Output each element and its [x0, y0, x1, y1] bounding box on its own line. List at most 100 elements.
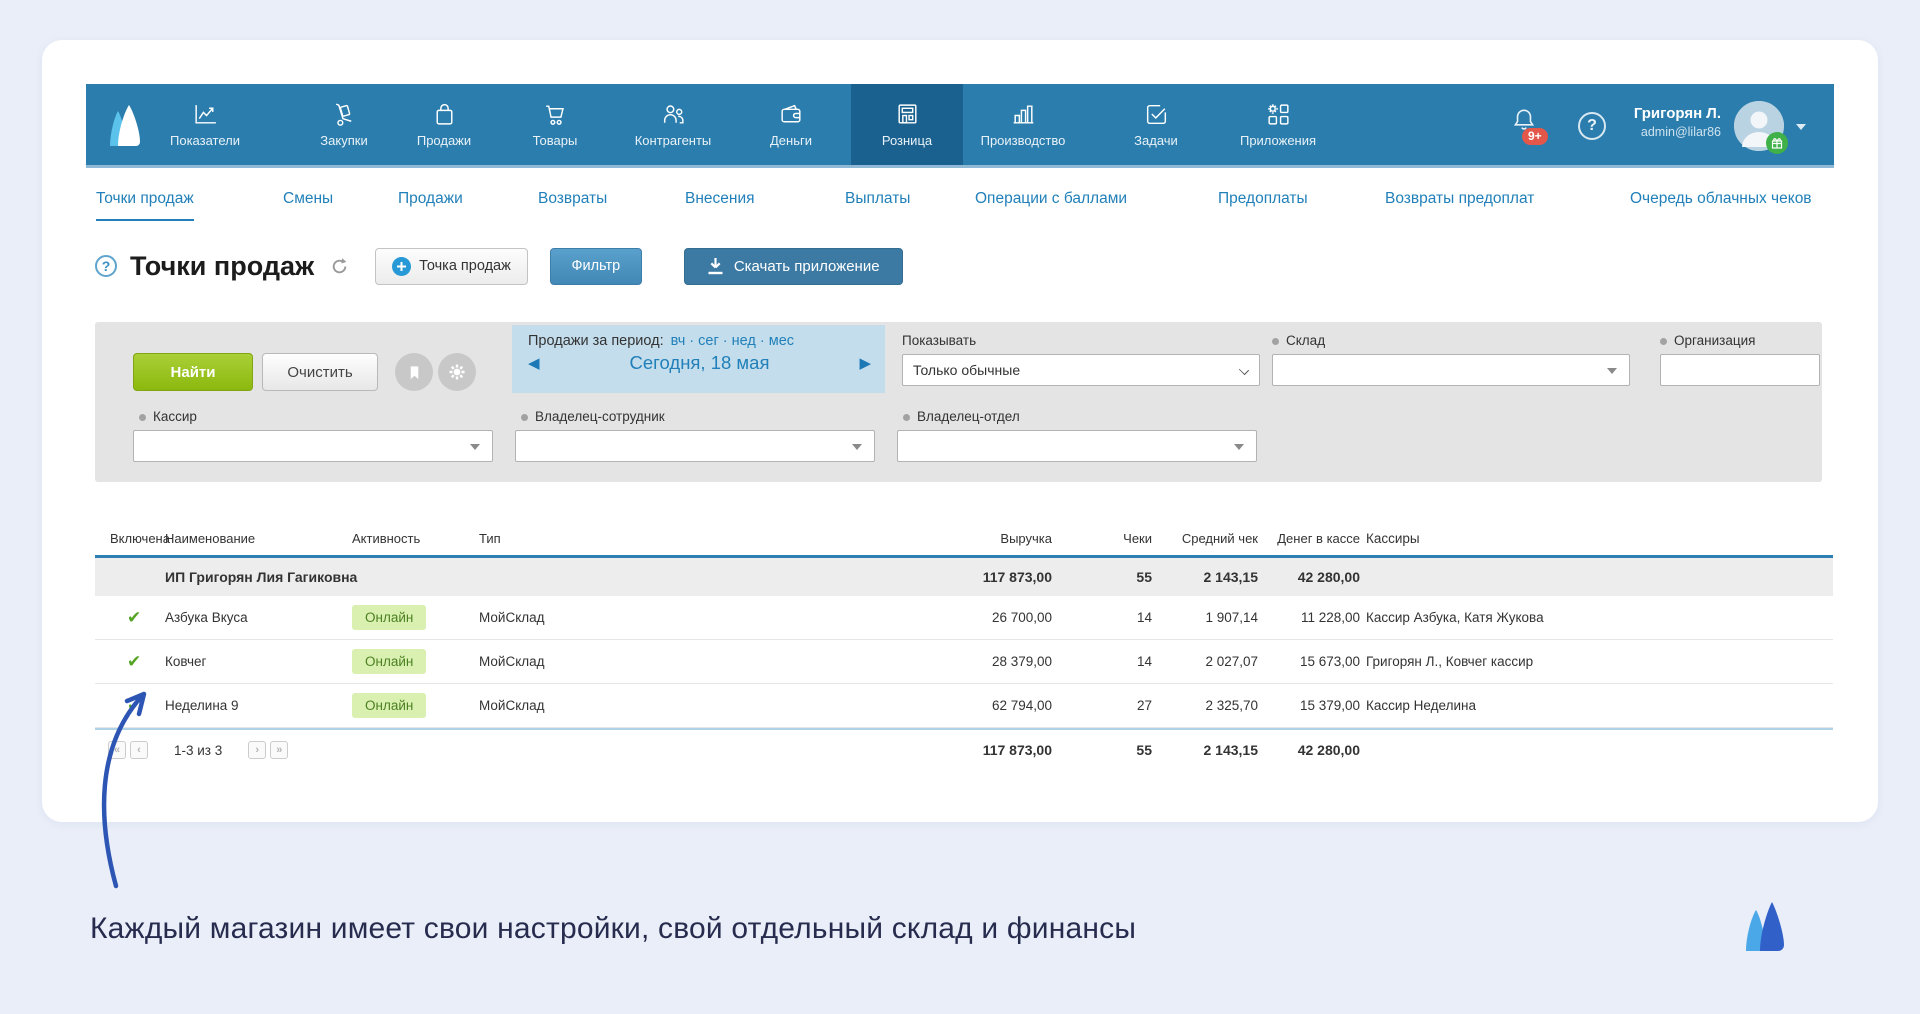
tab-points-of-sale[interactable]: Точки продаж — [96, 168, 194, 230]
footer-checks-total: 55 — [1136, 742, 1152, 758]
cashier-filter-label: Кассир — [153, 409, 197, 424]
download-app-button[interactable]: Скачать приложение — [683, 247, 903, 285]
moysklad-brand-logo — [1738, 901, 1792, 958]
show-filter-select[interactable]: Только обычные — [902, 354, 1260, 386]
nav-item-counterparties[interactable]: Контрагенты — [617, 84, 729, 165]
tab-prepayments[interactable]: Предоплаты — [1218, 168, 1308, 230]
row-cash: 15 673,00 — [1299, 654, 1360, 669]
refresh-icon[interactable] — [330, 257, 349, 276]
status-badge-online: Онлайн — [352, 649, 427, 674]
organization-filter-select[interactable] — [1660, 354, 1820, 386]
avatar[interactable] — [1734, 101, 1788, 154]
clear-button[interactable]: Очистить — [262, 353, 378, 391]
row-cash: 11 228,00 — [1300, 610, 1360, 625]
col-header-type[interactable]: Тип — [479, 531, 739, 546]
owner-employee-filter-select[interactable] — [515, 430, 875, 462]
row-name: Неделина 9 — [165, 698, 239, 713]
tab-cloud-receipts-queue[interactable]: Очередь облачных чеков — [1630, 168, 1812, 230]
nav-item-production[interactable]: Производство — [967, 84, 1079, 165]
download-icon — [708, 258, 723, 275]
table-row[interactable]: ✔ Азбука Вкуса Онлайн МойСклад 26 700,00… — [95, 596, 1833, 640]
period-shortcuts[interactable]: вч · сег · нед · мес — [671, 333, 794, 349]
tab-label: Предоплаты — [1218, 190, 1308, 207]
organization-filter-label: Организация — [1674, 333, 1756, 348]
col-header-name[interactable]: Наименование — [165, 531, 352, 546]
tab-deposits[interactable]: Внесения — [685, 168, 755, 230]
gift-badge[interactable] — [1766, 132, 1788, 154]
group-cash: 42 280,00 — [1297, 569, 1360, 585]
find-button[interactable]: Найти — [133, 353, 253, 391]
status-badge-online: Онлайн — [352, 605, 427, 630]
tab-prepayment-returns[interactable]: Возвраты предоплат — [1385, 168, 1534, 230]
nav-item-indicators[interactable]: Показатели — [149, 84, 261, 165]
tab-sales[interactable]: Продажи — [398, 168, 463, 230]
nav-item-money[interactable]: Деньги — [735, 84, 847, 165]
page-toolbar: ? Точки продаж Точка продаж Фильтр Скача… — [95, 244, 1835, 288]
page-title: Точки продаж — [130, 250, 315, 281]
row-type: МойСклад — [479, 654, 545, 669]
table-row[interactable]: ✔ Ковчег Онлайн МойСклад 28 379,00 14 2 … — [95, 640, 1833, 684]
footer-cash-total: 42 280,00 — [1297, 742, 1360, 758]
owner-department-filter-select[interactable] — [897, 430, 1257, 462]
col-header-cash[interactable]: Денег в кассе — [1258, 531, 1360, 546]
row-activity: Онлайн — [352, 649, 479, 674]
pagination-next-button[interactable]: › — [248, 741, 267, 759]
tab-label: Возвраты предоплат — [1385, 190, 1535, 207]
pagination-last-button[interactable]: » — [270, 741, 289, 759]
tab-shifts[interactable]: Смены — [283, 168, 333, 230]
clear-button-label: Очистить — [287, 363, 353, 381]
col-header-checks[interactable]: Чеки — [1052, 531, 1152, 546]
page: { "nav": { "items": [ {"label": "Показат… — [0, 0, 1920, 1014]
period-next-button[interactable]: ▶ — [859, 354, 871, 372]
nav-item-purchases[interactable]: Закупки — [288, 84, 400, 165]
dropdown-arrow-icon — [1607, 368, 1617, 374]
cashier-filter-select[interactable] — [133, 430, 493, 462]
filter-button[interactable]: Фильтр — [549, 247, 642, 285]
moysklad-logo[interactable] — [98, 102, 150, 155]
notifications-bell[interactable]: 9+ — [1510, 106, 1548, 146]
warehouse-filter-select[interactable] — [1272, 354, 1630, 386]
tab-returns[interactable]: Возвраты — [538, 168, 607, 230]
col-header-revenue[interactable]: Выручка — [739, 531, 1052, 546]
col-header-enabled[interactable]: Включена — [95, 531, 170, 546]
filter-dot — [1660, 338, 1667, 345]
nav-item-label: Розница — [881, 133, 933, 148]
top-navbar: Показатели Закупки Продажи Товары Контра… — [86, 84, 1834, 168]
app-window: Показатели Закупки Продажи Товары Контра… — [42, 40, 1878, 822]
period-date-value[interactable]: Сегодня, 18 мая — [630, 352, 770, 374]
save-filter-bookmark-button[interactable] — [395, 353, 433, 391]
nav-item-retail[interactable]: Розница — [851, 84, 963, 165]
page-help-button[interactable]: ? — [95, 255, 117, 277]
tab-payouts[interactable]: Выплаты — [845, 168, 910, 230]
group-row-organization[interactable]: ИП Григорян Лия Гагиковна 117 873,00 55 … — [95, 558, 1833, 596]
tab-label: Операции с баллами — [975, 190, 1128, 207]
row-name: Азбука Вкуса — [165, 610, 248, 625]
nav-item-sales[interactable]: Продажи — [388, 84, 500, 165]
filter-dot — [521, 414, 528, 421]
nav-item-apps[interactable]: Приложения — [1222, 84, 1334, 165]
user-menu[interactable]: Григорян Л. admin@lilar86 — [1586, 104, 1721, 141]
tab-bonus-operations[interactable]: Операции с баллами — [975, 168, 1127, 230]
col-header-avg-check[interactable]: Средний чек — [1152, 531, 1258, 546]
nav-item-tasks[interactable]: Задачи — [1100, 84, 1212, 165]
nav-item-label: Производство — [980, 133, 1066, 148]
pagination-first-button[interactable]: « — [108, 741, 126, 759]
user-dropdown-caret[interactable] — [1796, 124, 1806, 130]
period-prev-button[interactable]: ◀ — [528, 354, 540, 372]
show-filter-value: Только обычные — [913, 362, 1021, 378]
nav-item-goods[interactable]: Товары — [499, 84, 611, 165]
organization-filter-label-wrap: Организация — [1660, 332, 1755, 350]
checkbox-icon — [1146, 104, 1166, 125]
group-revenue: 117 873,00 — [982, 569, 1052, 585]
pagination-prev-button[interactable]: ‹ — [130, 741, 148, 759]
table-row[interactable]: ✔ Неделина 9 Онлайн МойСклад 62 794,00 2… — [95, 684, 1833, 728]
pagination: « ‹ 1-3 из 3 › » — [95, 741, 739, 759]
row-avg-check: 2 027,07 — [1205, 654, 1258, 669]
filter-panel: Найти Очистить Продажи за период: вч · с… — [95, 322, 1822, 482]
owner-employee-filter-label: Владелец-сотрудник — [535, 409, 665, 424]
col-header-activity[interactable]: Активность — [352, 531, 479, 546]
col-header-cashiers[interactable]: Кассиры — [1360, 531, 1833, 546]
pagination-label: 1-3 из 3 — [174, 742, 223, 758]
add-point-of-sale-button[interactable]: Точка продаж — [375, 247, 528, 285]
filter-settings-gear-button[interactable] — [438, 353, 476, 391]
